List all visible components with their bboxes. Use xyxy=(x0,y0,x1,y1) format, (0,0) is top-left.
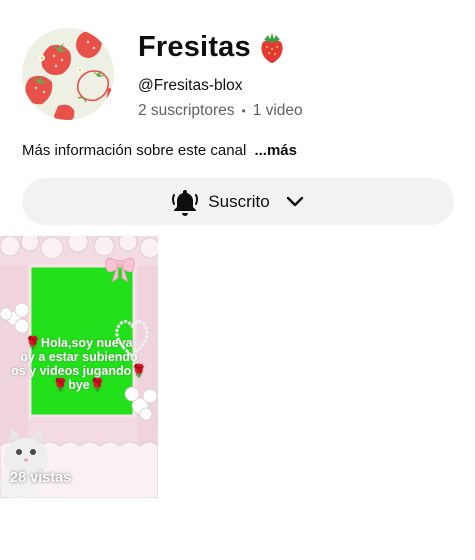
channel-page: Fresitas @Fresitas-blox 2 suscriptores •… xyxy=(0,0,475,560)
bell-icon xyxy=(172,189,199,216)
overlay-line: oy a estar subiendo xyxy=(20,350,138,364)
overlay-line: 🌹bye🌹 xyxy=(52,378,106,392)
overlay-line: 🌹Hola,soy nueva xyxy=(25,336,133,350)
channel-avatar[interactable] xyxy=(22,28,114,120)
about-more-link[interactable]: ...más xyxy=(254,142,297,159)
strawberry-emoji-icon xyxy=(261,33,283,63)
short-overlay-text: 🌹Hola,soy nueva oy a estar subiendo os y… xyxy=(0,336,158,392)
channel-name: Fresitas xyxy=(138,30,251,63)
subscribed-label: Suscrito xyxy=(208,191,270,211)
short-view-count: 28 vistas xyxy=(10,470,72,486)
stats-separator: • xyxy=(241,104,246,118)
strawberry-pattern-icon xyxy=(22,28,114,120)
subscribed-button[interactable]: Suscrito xyxy=(22,178,454,225)
video-count: 1 video xyxy=(252,102,303,119)
channel-title-row: Fresitas xyxy=(138,30,289,64)
channel-handle: @Fresitas-blox xyxy=(138,77,243,94)
subscriber-count: 2 suscriptores xyxy=(138,102,235,119)
channel-stats: 2 suscriptores • 1 video xyxy=(138,102,303,120)
short-thumbnail[interactable]: 🌹Hola,soy nueva oy a estar subiendo os y… xyxy=(0,236,158,498)
channel-about[interactable]: Más información sobre este canal ...más xyxy=(22,142,297,159)
about-text: Más información sobre este canal xyxy=(22,142,247,159)
chevron-down-icon xyxy=(286,196,303,206)
overlay-line: os y videos jugando🌹 xyxy=(11,364,147,378)
